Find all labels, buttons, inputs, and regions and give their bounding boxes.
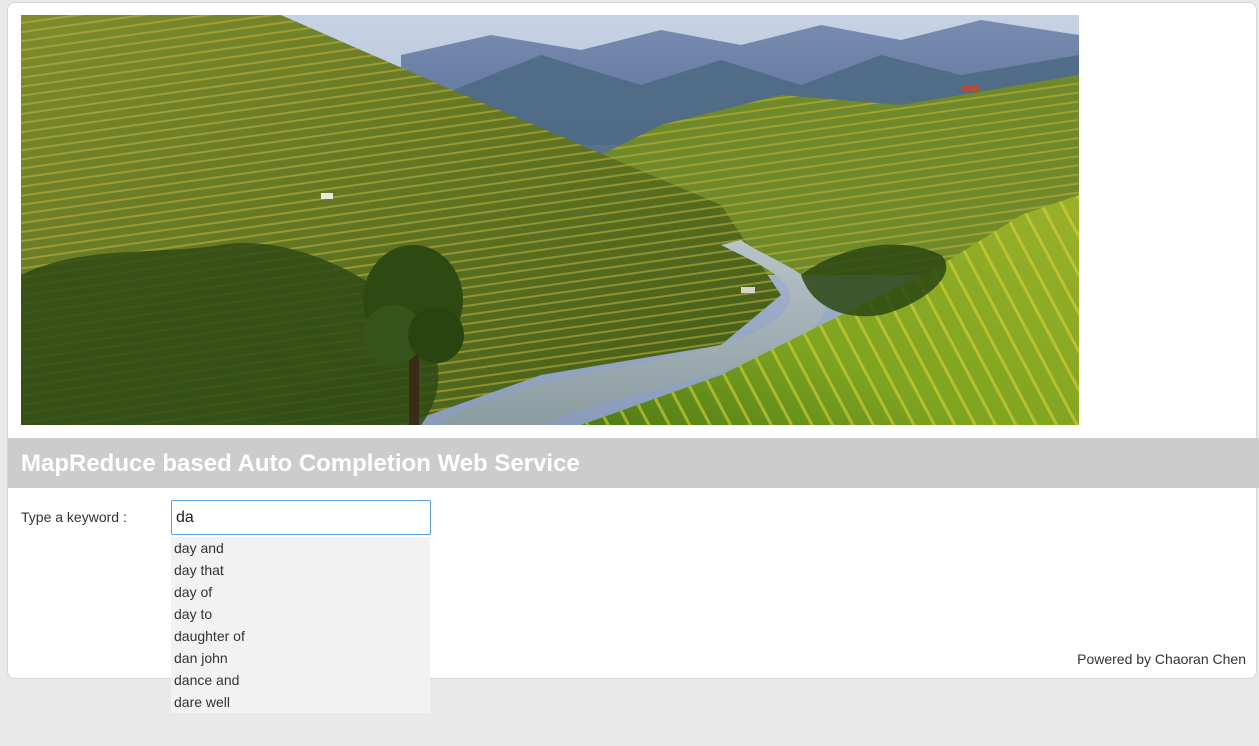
suggestion-item[interactable]: day of bbox=[171, 581, 430, 603]
suggestion-item[interactable]: day and bbox=[171, 537, 430, 559]
suggestion-item[interactable]: dare well bbox=[171, 691, 430, 713]
suggestion-dropdown: day and day that day of day to daughter … bbox=[171, 537, 430, 713]
suggestion-item[interactable]: day to bbox=[171, 603, 430, 625]
title-bar: MapReduce based Auto Completion Web Serv… bbox=[8, 438, 1259, 488]
keyword-input[interactable] bbox=[171, 500, 431, 535]
banner-image bbox=[21, 15, 1079, 425]
keyword-label: Type a keyword : bbox=[21, 509, 127, 525]
suggestion-item[interactable]: day that bbox=[171, 559, 430, 581]
page-title: MapReduce based Auto Completion Web Serv… bbox=[21, 450, 580, 477]
suggestion-item[interactable]: dan john bbox=[171, 647, 430, 669]
footer-credit: Powered by Chaoran Chen bbox=[1077, 651, 1246, 667]
suggestion-item[interactable]: dance and bbox=[171, 669, 430, 691]
suggestion-item[interactable]: daughter of bbox=[171, 625, 430, 647]
